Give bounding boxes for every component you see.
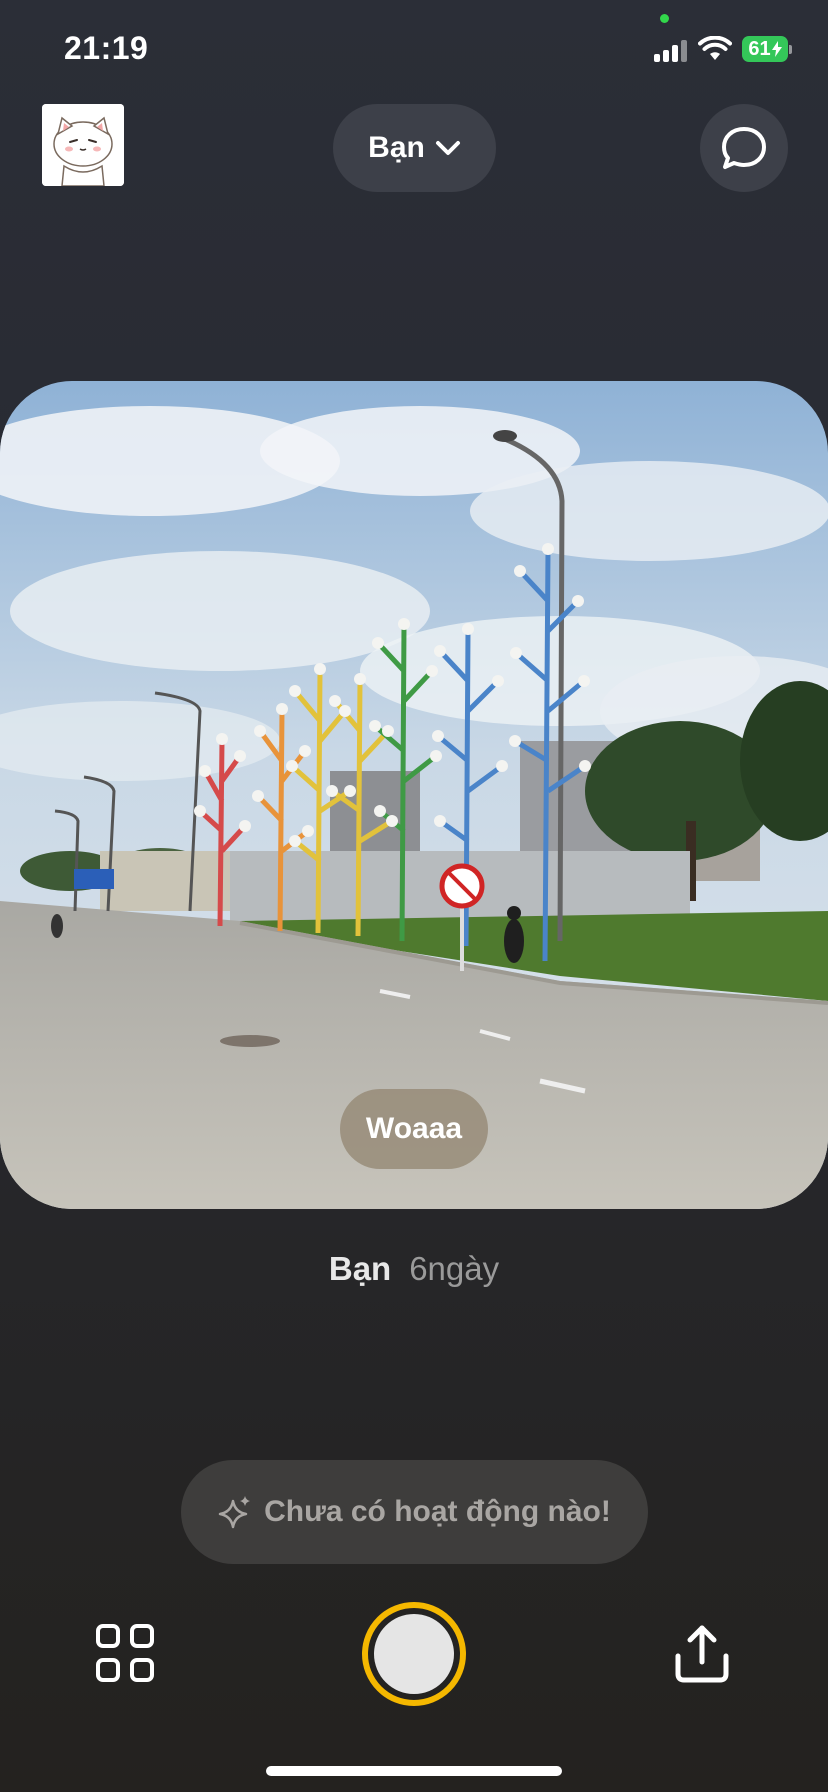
post-photo[interactable] — [0, 381, 828, 1209]
home-indicator[interactable] — [266, 1766, 562, 1776]
sparkle-icon — [218, 1496, 251, 1529]
friend-filter-label: Bạn — [368, 131, 425, 164]
post-caption: Woaaa — [340, 1089, 488, 1169]
shutter-inner — [374, 1614, 454, 1694]
status-bar: 21:19 61 — [0, 0, 828, 100]
cellular-signal-icon — [654, 40, 690, 62]
grid-view-button[interactable] — [94, 1622, 158, 1686]
activity-button[interactable]: Chưa có hoạt động nào! — [181, 1460, 648, 1564]
friend-filter-dropdown[interactable]: Bạn — [333, 104, 496, 192]
post-age: 6ngày — [409, 1250, 500, 1287]
post-author[interactable]: Bạn — [329, 1250, 391, 1287]
wifi-icon — [698, 36, 732, 60]
chat-button[interactable] — [700, 104, 788, 192]
shutter-button[interactable] — [362, 1602, 466, 1706]
battery-level: 61 — [748, 37, 771, 60]
chat-bubble-icon — [722, 127, 766, 169]
status-time: 21:19 — [64, 30, 149, 66]
activity-text: Chưa có hoạt động nào! — [264, 1495, 611, 1528]
chevron-down-icon — [435, 141, 460, 155]
cat-sticker-avatar-image — [42, 104, 124, 186]
camera-in-use-indicator — [660, 14, 669, 23]
share-icon — [675, 1625, 729, 1683]
post-meta: Bạn 6ngày — [0, 1250, 828, 1288]
profile-avatar[interactable] — [42, 104, 124, 186]
share-button[interactable] — [668, 1620, 736, 1688]
street-light-trees-photo — [0, 381, 828, 1209]
battery-charging-icon — [771, 41, 782, 57]
battery-indicator: 61 — [742, 36, 792, 62]
